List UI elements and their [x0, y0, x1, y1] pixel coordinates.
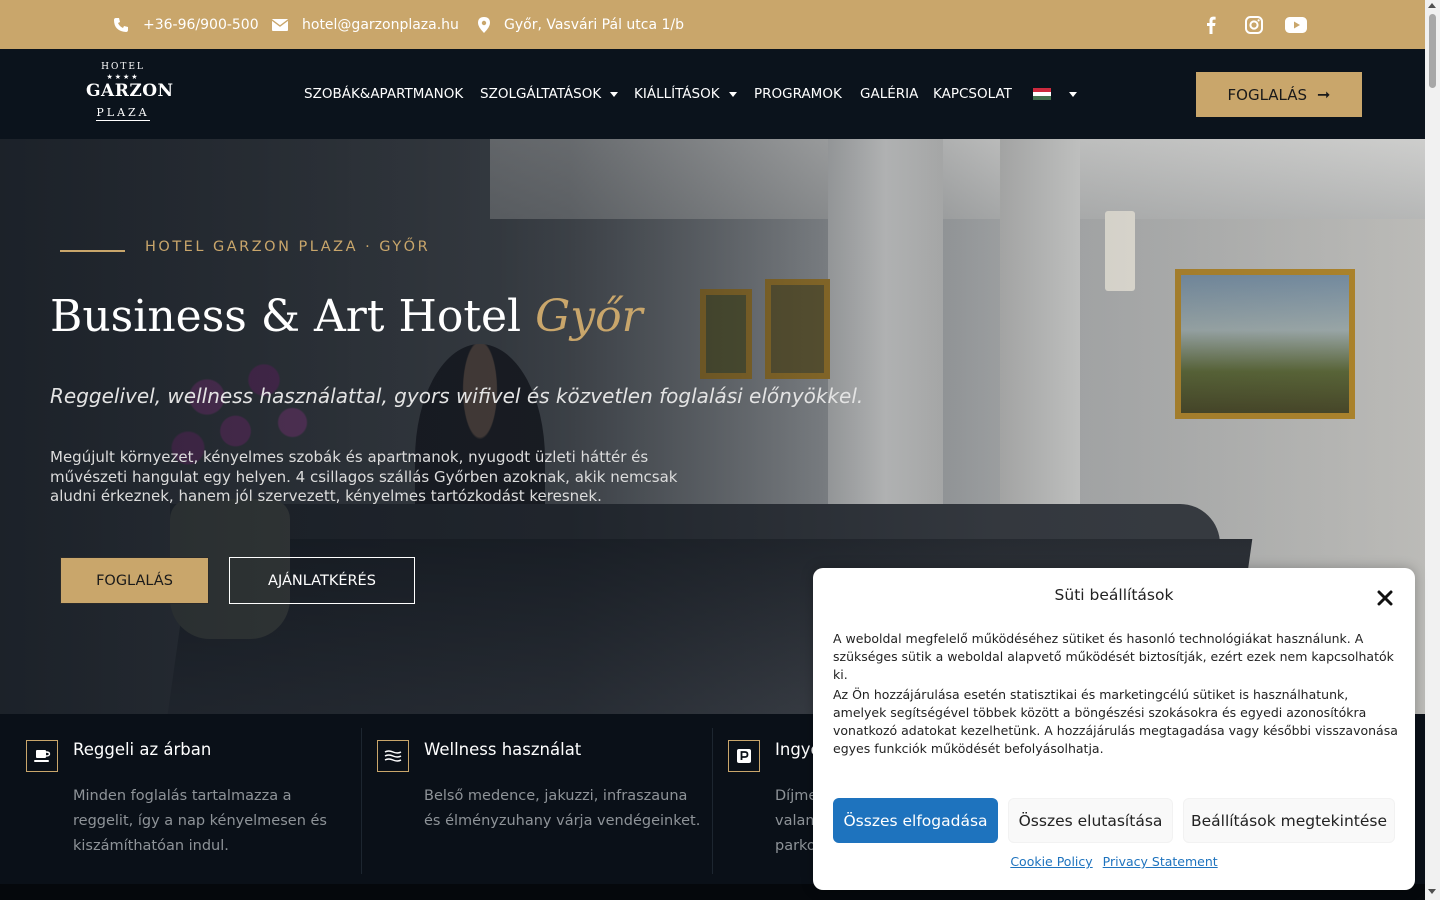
feature-title: Wellness használat: [424, 740, 582, 759]
nav-item-label: SZOLGÁLTATÁSOK: [480, 86, 602, 102]
youtube-icon: [1285, 17, 1307, 33]
book-button[interactable]: FOGLALÁS ➞: [1196, 72, 1362, 117]
address-link[interactable]: Győr, Vasvári Pál utca 1/b: [478, 0, 684, 49]
nav-item-label: KAPCSOLAT: [933, 86, 1012, 102]
logo-garzon-text: GARZON: [86, 81, 174, 101]
parking-icon: [728, 740, 760, 772]
language-switcher[interactable]: [1033, 49, 1077, 139]
feature-description: Belső medence, jakuzzi, infraszauna és é…: [424, 788, 701, 829]
nav-item-rooms[interactable]: SZOBÁK&APARTMANOK: [304, 49, 463, 139]
cookie-consent-dialog: Süti beállítások A weboldal megfelelő mű…: [813, 568, 1415, 890]
close-icon: [1377, 590, 1393, 606]
hero-eyebrow: HOTEL GARZON PLAZA · GYŐR: [145, 239, 431, 255]
main-navigation: HOTEL ★★★★ GARZON PLAZA SZOBÁK&APARTMANO…: [0, 49, 1425, 139]
close-button[interactable]: [1373, 586, 1397, 610]
cookie-policy-links: Cookie Policy Privacy Statement: [813, 854, 1415, 869]
phone-link[interactable]: +36-96/900-500: [113, 0, 259, 49]
nav-item-label: KIÁLLÍTÁSOK: [634, 86, 720, 102]
logo-plaza-text: PLAZA: [96, 106, 150, 121]
phone-text: +36-96/900-500: [143, 16, 259, 33]
eyebrow-divider: [60, 250, 125, 252]
scroll-up-arrow-icon[interactable]: [1428, 3, 1436, 8]
logo-hotel-text: HOTEL: [101, 62, 145, 72]
hero-quote-button[interactable]: AJÁNLATKÉRÉS: [229, 557, 415, 604]
hero-description: Megújult környezet, kényelmes szobák és …: [50, 448, 678, 505]
hungary-flag-icon: [1033, 88, 1051, 100]
scroll-down-arrow-icon[interactable]: [1428, 889, 1436, 894]
facebook-link[interactable]: [1198, 12, 1224, 38]
email-link[interactable]: hotel@garzonplaza.hu: [272, 0, 459, 49]
nav-item-programs[interactable]: PROGRAMOK: [754, 49, 842, 139]
scrollbar-thumb[interactable]: [1429, 14, 1436, 88]
nav-item-services[interactable]: SZOLGÁLTATÁSOK: [480, 49, 619, 139]
waves-icon: [377, 740, 409, 772]
cookie-text-consent: Az Ön hozzájárulása esetén statisztikai …: [833, 687, 1398, 756]
feature-title: Ingye: [775, 740, 813, 759]
accept-all-button[interactable]: Összes elfogadása: [833, 798, 998, 843]
facebook-icon: [1207, 16, 1216, 34]
feature-description: Díjme valam parko: [775, 788, 813, 854]
phone-icon: [114, 17, 128, 32]
hero-subtitle: Reggelivel, wellness használattal, gyors…: [50, 384, 864, 408]
hotel-logo[interactable]: HOTEL ★★★★ GARZON PLAZA: [86, 62, 174, 126]
hero-book-button[interactable]: FOGLALÁS: [60, 557, 209, 604]
email-text: hotel@garzonplaza.hu: [302, 16, 459, 33]
chevron-down-icon: [728, 91, 737, 97]
feature-parking: Ingye Díjme valam parko: [702, 714, 813, 884]
chevron-down-icon: [610, 91, 619, 97]
chevron-down-icon: [1069, 91, 1077, 97]
feature-breakfast: Reggeli az árban Minden foglalás tartalm…: [0, 714, 361, 884]
hero-title: Business & Art Hotel Győr: [50, 291, 643, 342]
address-text: Győr, Vasvári Pál utca 1/b: [504, 16, 685, 33]
nav-item-label: GALÉRIA: [860, 86, 919, 102]
youtube-link[interactable]: [1283, 12, 1309, 38]
privacy-statement-link[interactable]: Privacy Statement: [1103, 854, 1218, 869]
envelope-icon: [272, 18, 288, 31]
nav-item-label: SZOBÁK&APARTMANOK: [304, 86, 464, 102]
page-scrollbar[interactable]: [1425, 0, 1440, 900]
coffee-cup-icon: [26, 740, 58, 772]
book-button-label: FOGLALÁS: [1227, 85, 1308, 104]
cookie-text-necessary: A weboldal megfelelő működéséhez sütiket…: [833, 631, 1394, 682]
feature-description: Minden foglalás tartalmazza a reggelit, …: [73, 788, 327, 854]
arrow-right-icon: ➞: [1317, 85, 1331, 104]
cookie-policy-link[interactable]: Cookie Policy: [1010, 854, 1092, 869]
reject-all-button[interactable]: Összes elutasítása: [1008, 798, 1173, 843]
feature-wellness: Wellness használat Belső medence, jakuzz…: [351, 714, 712, 884]
nav-item-gallery[interactable]: GALÉRIA: [860, 49, 918, 139]
instagram-link[interactable]: [1241, 12, 1267, 38]
hero-title-main: Business & Art Hotel: [50, 291, 536, 342]
top-contact-bar: +36-96/900-500 hotel@garzonplaza.hu Győr…: [0, 0, 1425, 49]
instagram-icon: [1245, 16, 1263, 34]
nav-item-exhibitions[interactable]: KIÁLLÍTÁSOK: [634, 49, 737, 139]
nav-item-label: PROGRAMOK: [754, 86, 842, 102]
logo-stars: ★★★★: [106, 73, 140, 81]
feature-title: Reggeli az árban: [73, 740, 212, 759]
map-marker-icon: [478, 16, 490, 33]
view-settings-button[interactable]: Beállítások megtekintése: [1183, 798, 1395, 843]
nav-item-contact[interactable]: KAPCSOLAT: [933, 49, 1012, 139]
cookie-dialog-title: Süti beállítások: [1054, 586, 1174, 604]
hero-title-accent: Győr: [535, 291, 643, 342]
